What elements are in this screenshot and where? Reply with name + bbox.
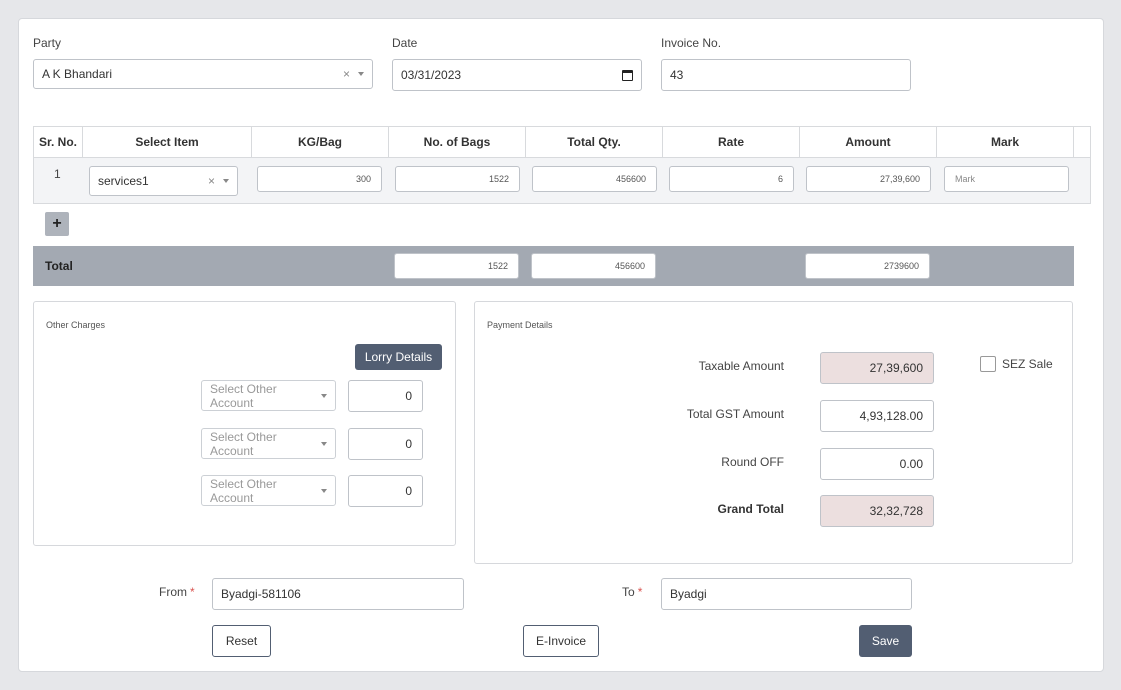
calendar-icon[interactable] <box>622 69 633 81</box>
other-account-placeholder: Select Other Account <box>210 429 277 458</box>
to-label-text: To <box>622 585 635 599</box>
required-mark: * <box>190 585 195 599</box>
other-account-amount-2[interactable]: 0 <box>348 428 423 460</box>
other-account-placeholder: Select Other Account <box>210 476 277 505</box>
invoice-label: Invoice No. <box>661 36 722 50</box>
total-gst-field[interactable]: 4,93,128.00 <box>820 400 934 432</box>
other-charges-panel: Other Charges Lorry Details Select Other… <box>33 301 456 546</box>
kg-bag-input[interactable]: 300 <box>257 166 382 192</box>
grand-total-field: 32,32,728 <box>820 495 934 527</box>
e-invoice-button[interactable]: E-Invoice <box>523 625 599 657</box>
to-value: Byadgi <box>670 587 707 601</box>
table-row: 1 services1 × 300 1522 456600 6 27,39,60… <box>33 158 1091 204</box>
taxable-amount-label: Taxable Amount <box>698 359 784 373</box>
payment-details-panel: Payment Details Taxable Amount 27,39,600… <box>474 301 1073 564</box>
party-select[interactable]: A K Bhandari × <box>33 59 373 89</box>
col-select-item: Select Item <box>83 127 252 157</box>
party-label: Party <box>33 36 62 50</box>
taxable-amount-field: 27,39,600 <box>820 352 934 384</box>
from-value: Byadgi-581106 <box>221 587 301 601</box>
other-account-placeholder: Select Other Account <box>210 381 277 410</box>
total-amount: 2739600 <box>805 253 930 279</box>
date-label: Date <box>392 36 418 50</box>
party-value: A K Bhandari <box>42 67 113 81</box>
rate-input[interactable]: 6 <box>669 166 794 192</box>
col-no-of-bags: No. of Bags <box>389 127 526 157</box>
total-label: Total <box>45 259 73 273</box>
col-mark: Mark <box>937 127 1074 157</box>
items-table-header: Sr. No. Select Item KG/Bag No. of Bags T… <box>33 126 1091 158</box>
item-select[interactable]: services1 × <box>89 166 238 196</box>
total-qty: 456600 <box>531 253 656 279</box>
required-mark: * <box>637 585 643 599</box>
invoice-input[interactable]: 43 <box>661 59 911 91</box>
bags-input[interactable]: 1522 <box>395 166 520 192</box>
other-account-amount-1[interactable]: 0 <box>348 380 423 412</box>
payment-details-title: Payment Details <box>487 320 553 330</box>
other-account-select-2[interactable]: Select Other Account <box>201 428 336 459</box>
date-value: 03/31/2023 <box>401 68 462 82</box>
total-bags: 1522 <box>394 253 519 279</box>
item-value: services1 <box>98 174 149 188</box>
col-kg-bag: KG/Bag <box>252 127 389 157</box>
total-gst-label: Total GST Amount <box>686 407 784 421</box>
add-row-button[interactable]: + <box>45 212 69 236</box>
other-account-amount-3[interactable]: 0 <box>348 475 423 507</box>
round-off-label: Round OFF <box>721 455 784 469</box>
lorry-details-button[interactable]: Lorry Details <box>355 344 442 370</box>
chevron-down-icon <box>321 393 327 398</box>
amount-input[interactable]: 27,39,600 <box>806 166 931 192</box>
sez-sale-checkbox[interactable] <box>980 356 996 372</box>
chevron-down-icon[interactable] <box>358 72 364 76</box>
invoice-form-card: Party A K Bhandari × Date 03/31/2023 Inv… <box>18 18 1104 672</box>
col-amount: Amount <box>800 127 937 157</box>
other-charges-title: Other Charges <box>46 320 106 330</box>
save-button[interactable]: Save <box>859 625 912 657</box>
from-input[interactable]: Byadgi-581106 <box>212 578 464 610</box>
round-off-field[interactable]: 0.00 <box>820 448 934 480</box>
other-account-select-1[interactable]: Select Other Account <box>201 380 336 411</box>
total-bar: Total 1522 456600 2739600 <box>33 246 1074 286</box>
grand-total-label: Grand Total <box>717 502 784 516</box>
other-account-select-3[interactable]: Select Other Account <box>201 475 336 506</box>
chevron-down-icon <box>321 488 327 493</box>
col-rate: Rate <box>663 127 800 157</box>
col-total-qty: Total Qty. <box>526 127 663 157</box>
row-sr-no: 1 <box>54 167 61 181</box>
chevron-down-icon <box>321 441 327 446</box>
qty-input[interactable]: 456600 <box>532 166 657 192</box>
clear-icon[interactable]: × <box>343 67 350 81</box>
from-label-text: From <box>159 585 187 599</box>
to-label: To * <box>622 585 642 599</box>
sez-sale-label: SEZ Sale <box>1002 357 1053 371</box>
invoice-value: 43 <box>670 68 684 82</box>
mark-input[interactable]: Mark <box>944 166 1069 192</box>
clear-icon[interactable]: × <box>208 174 215 188</box>
reset-button[interactable]: Reset <box>212 625 271 657</box>
to-input[interactable]: Byadgi <box>661 578 912 610</box>
col-sr-no: Sr. No. <box>34 127 83 157</box>
chevron-down-icon[interactable] <box>223 179 229 183</box>
from-label: From * <box>159 585 195 599</box>
date-input[interactable]: 03/31/2023 <box>392 59 642 91</box>
